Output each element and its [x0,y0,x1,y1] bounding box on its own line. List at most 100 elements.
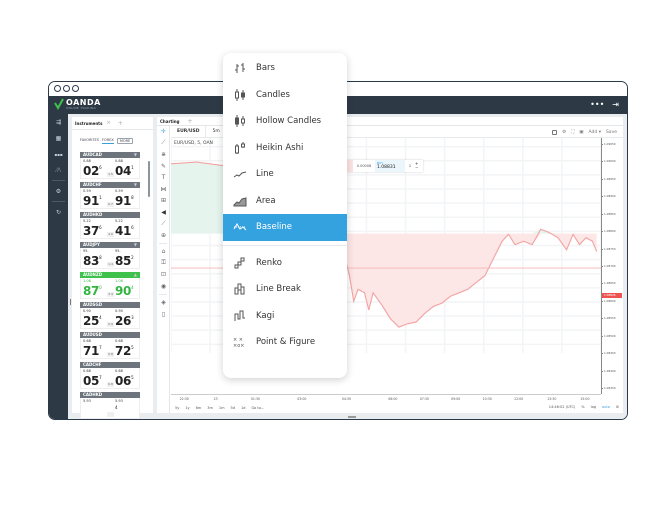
bottom-resize-handle[interactable] [347,416,356,418]
lock-drawings-icon[interactable]: ⚿ [157,258,170,270]
chart-settings-icon[interactable]: ⚙ [616,405,619,409]
range-5d[interactable]: 5d [231,406,235,410]
menu-item-line[interactable]: Line [223,161,347,188]
auto-scale-toggle[interactable]: auto [602,405,610,409]
toolbar-divider [159,294,167,295]
instrument-card[interactable]: AUDUSD 0.68 717 0.8 0.68 725 [80,332,140,359]
trend-line-icon[interactable]: ⟋ [157,138,170,150]
trade-icon[interactable]: ⇶ [49,114,68,130]
instrument-card[interactable]: CADHKD 5.93 5.93 4 [80,392,140,419]
eye-icon[interactable]: ◉ [157,281,170,293]
analytics-icon[interactable]: ⁄Λ [49,162,68,178]
panel-resize-handle[interactable] [70,299,71,305]
menu-item-baseline[interactable]: Baseline [223,214,347,241]
ask-price[interactable]: 918 [115,194,134,208]
menu-item-heikin-ashi[interactable]: Heikin Ashi [223,135,347,162]
add-chart-tab-button[interactable]: + [187,118,192,125]
range-5y[interactable]: 5y [175,406,179,410]
fullscreen-square-icon[interactable] [552,129,558,135]
more-menu-button[interactable]: ••• [590,100,604,109]
maximize-window-button[interactable] [72,85,79,92]
instrument-card[interactable]: AUDNZD ▲ 1.08 870 3.4 1.08 904 [80,272,140,299]
logout-icon[interactable]: ⇥ [612,100,619,109]
save-button[interactable]: Save [606,130,617,135]
close-tab-icon[interactable]: × [106,120,110,126]
time-axis[interactable]: 22:30 23 01:30 03:00 04:30 06:00 07:30 09:00 10:… [171,394,601,403]
trash-icon[interactable]: ▯ [157,309,170,321]
ask-price[interactable]: 904 [115,284,134,298]
menu-item-kagi[interactable]: Kagi [223,303,347,330]
instrument-card[interactable]: AUDHKD 5.22 376 4.0 5.22 416 [80,212,140,239]
quantity-input[interactable]: 1 [405,164,415,168]
instrument-card[interactable]: AUDCHF ▼ 0.59 911 0.7 0.59 918 [80,182,140,209]
fib-icon[interactable]: ⊞ [157,195,170,207]
go-to-button[interactable]: Go to... [251,406,264,410]
tab-charting[interactable]: Charting [160,119,179,124]
subtab-favorites[interactable]: FAVORITES [80,138,99,144]
instrument-card[interactable]: AUDJPY ▼ 95. 838 1.4 95. 852 [80,242,140,269]
bid-price[interactable]: 254 [83,314,102,328]
brush-icon[interactable]: ✎ [157,161,170,173]
ask-price[interactable]: 416 [115,224,134,238]
menu-item-point-figure[interactable]: × × ×o× Point & Figure [223,329,347,356]
percent-scale-toggle[interactable]: % [581,405,584,409]
positions-icon[interactable]: ▪▪▪ [49,146,68,162]
camera-icon[interactable]: ▣ [579,130,583,135]
price-axis[interactable]: 1.09050 1.09000 1.08950 1.08900 1.08850 1.088… [601,138,623,394]
tab-instruments[interactable]: Instruments [75,121,102,126]
crosshair-icon[interactable]: ✛ [157,126,170,138]
menu-item-renko[interactable]: Renko [223,250,347,277]
range-1d[interactable]: 1d [241,406,245,410]
instrument-scrollbar[interactable] [148,161,150,197]
menu-item-area[interactable]: Area [223,188,347,215]
menu-item-bars[interactable]: Bars [223,55,347,82]
range-3m[interactable]: 3m [207,406,213,410]
log-scale-toggle[interactable]: log [591,405,596,409]
quantity-decrease-button[interactable]: − [415,166,418,170]
ask-price[interactable]: 725 [115,344,134,358]
bid-price[interactable]: 057 [83,374,102,388]
refresh-icon[interactable]: ↻ [49,204,68,220]
menu-item-line-break[interactable]: Line Break [223,276,347,303]
ruler-icon[interactable]: ⟋ [157,218,170,230]
bid-price[interactable]: 026 [83,164,102,178]
ask-price[interactable]: 041 [115,164,134,178]
text-icon[interactable]: T [157,172,170,184]
arrow-icon[interactable]: ◀ [157,207,170,219]
bid-price[interactable]: 717 [83,344,102,358]
lock-icon[interactable]: ⊡ [157,269,170,281]
calculator-icon[interactable]: ▦ [49,130,68,146]
minimize-window-button[interactable] [63,85,70,92]
ask-price[interactable]: 263 [115,314,134,328]
menu-item-hollow-candles[interactable]: Hollow Candles [223,108,347,135]
ask-price[interactable]: 852 [115,254,134,268]
magnet-icon[interactable]: ⌂ [157,246,170,258]
bid-price[interactable]: 838 [83,254,102,268]
range-6m[interactable]: 6m [196,406,202,410]
buy-button[interactable]: BUY 1.08831 [375,160,405,172]
settings-icon[interactable]: ⚙ [49,183,68,199]
settings-gear-icon[interactable]: ⚙ [562,130,566,135]
zoom-in-icon[interactable]: ⊕ [157,230,170,242]
bid-price[interactable]: 911 [83,194,102,208]
bid-price[interactable]: 870 [83,284,102,298]
instrument-card[interactable]: CADCHF 0.68 057 0.8 0.68 065 [80,362,140,389]
subtab-more[interactable]: MORE [116,138,134,144]
bid-price[interactable]: 376 [83,224,102,238]
menu-item-candles[interactable]: Candles [223,82,347,109]
close-window-button[interactable] [54,85,61,92]
range-1m[interactable]: 1m [219,406,225,410]
ask-price[interactable]: 4 [115,404,118,418]
add-tab-button[interactable]: + [118,120,123,127]
instrument-card[interactable]: AUDCAD ▼ 0.88 026 1.5 0.88 041 [80,152,140,179]
ask-price[interactable]: 065 [115,374,134,388]
subtab-forex[interactable]: FOREX [102,138,114,144]
expand-icon[interactable]: ⛶ [571,129,574,135]
layers-icon[interactable]: ◈ [157,297,170,309]
pattern-icon[interactable]: ⋈ [157,184,170,196]
add-dropdown[interactable]: Add ▾ [589,130,601,135]
symbol-selector[interactable]: EUR/USD [171,125,207,138]
range-1y[interactable]: 1y [185,406,189,410]
pitchfork-icon[interactable]: ⋇ [157,149,170,161]
instrument-card[interactable]: AUDSGD 0.90 254 0.9 0.90 263 [80,302,140,329]
